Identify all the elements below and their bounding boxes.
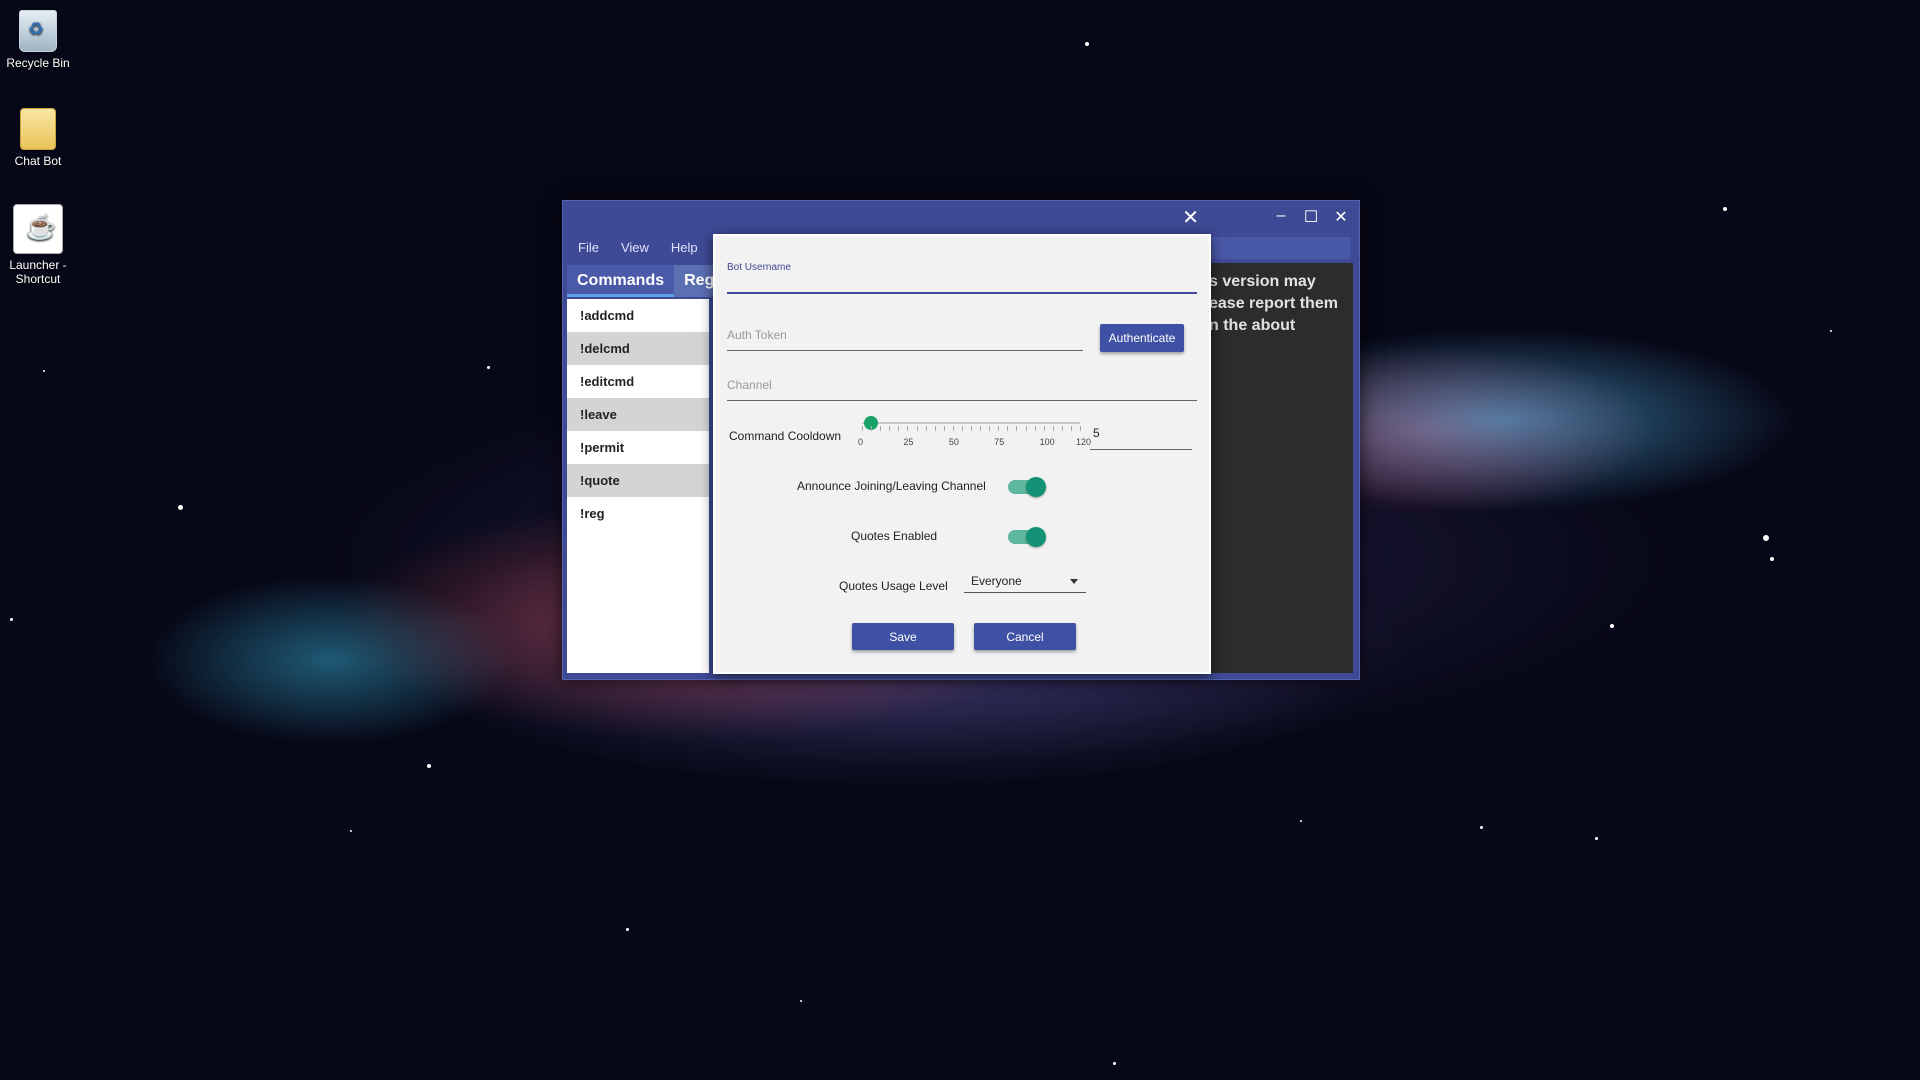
slider-tick bbox=[934, 426, 936, 431]
toggle-knob bbox=[1026, 477, 1046, 497]
desktop-icon-label: Recycle Bin bbox=[6, 56, 70, 70]
slider-tick-label: 50 bbox=[948, 437, 959, 447]
folder-icon bbox=[20, 108, 56, 150]
slider-tick bbox=[1070, 426, 1072, 431]
slider-tick bbox=[998, 426, 1000, 431]
menu-view[interactable]: View bbox=[610, 237, 660, 261]
slider-tick bbox=[916, 426, 918, 431]
tab-commands[interactable]: Commands bbox=[567, 265, 675, 297]
notice-text: s version may ease report them n the abo… bbox=[1209, 271, 1359, 337]
slider-tick bbox=[907, 426, 909, 431]
menu-file[interactable]: File bbox=[567, 237, 610, 261]
slider-tick bbox=[1061, 426, 1063, 431]
menu-help[interactable]: Help bbox=[660, 237, 709, 261]
list-item[interactable]: !permit bbox=[567, 431, 709, 464]
dialog-close-icon[interactable]: ✕ bbox=[1182, 205, 1199, 230]
notice-line: s version may bbox=[1209, 273, 1316, 290]
settings-dialog: ✕ Bot Username Auth Token Authenticate C… bbox=[713, 207, 1211, 674]
slider-tick bbox=[889, 426, 891, 431]
quotes-usage-label: Quotes Usage Level bbox=[839, 579, 948, 593]
desktop-icon-label: Chat Bot bbox=[14, 154, 62, 168]
slider-tick bbox=[1034, 426, 1036, 431]
slider-tick bbox=[943, 426, 945, 431]
bot-username-field[interactable]: Bot Username bbox=[727, 262, 1197, 294]
menu-bar: File View Help bbox=[567, 237, 709, 261]
slider-tick bbox=[1007, 426, 1009, 431]
slider-tick bbox=[871, 426, 873, 431]
bot-username-label: Bot Username bbox=[727, 262, 791, 273]
list-item[interactable]: !quote bbox=[567, 464, 709, 497]
quotes-enabled-label: Quotes Enabled bbox=[851, 529, 938, 543]
slider-tick-label: 25 bbox=[903, 437, 914, 447]
tab-bar: Commands Reg bbox=[567, 265, 725, 297]
window-controls: – ☐ ✕ bbox=[1273, 207, 1349, 227]
list-item[interactable]: !leave bbox=[567, 398, 709, 431]
right-header-band bbox=[1211, 237, 1351, 259]
close-button[interactable]: ✕ bbox=[1333, 207, 1349, 227]
cooldown-value-field[interactable]: 5 bbox=[1090, 426, 1192, 450]
recycle-bin-icon bbox=[19, 10, 57, 52]
list-item[interactable]: !reg bbox=[567, 497, 709, 530]
maximize-button[interactable]: ☐ bbox=[1303, 207, 1319, 227]
cancel-button[interactable]: Cancel bbox=[974, 623, 1076, 650]
auth-token-field[interactable]: Auth Token bbox=[727, 328, 1083, 351]
slider-tick bbox=[1052, 426, 1054, 431]
cooldown-slider-track[interactable] bbox=[862, 422, 1080, 424]
list-item[interactable]: !editcmd bbox=[567, 365, 709, 398]
notice-line: n the about bbox=[1209, 317, 1296, 334]
desktop-icon-chat-bot[interactable]: Chat Bot bbox=[2, 108, 74, 168]
slider-tick bbox=[980, 426, 982, 431]
desktop-icon-label: Launcher - Shortcut bbox=[9, 258, 67, 286]
slider-tick bbox=[862, 426, 863, 431]
desktop-icon-recycle-bin[interactable]: Recycle Bin bbox=[2, 10, 74, 70]
auth-token-placeholder: Auth Token bbox=[727, 328, 787, 342]
slider-tick-label: 75 bbox=[994, 437, 1005, 447]
list-item[interactable]: !delcmd bbox=[567, 332, 709, 365]
quotes-enabled-toggle[interactable] bbox=[1008, 527, 1046, 547]
java-icon bbox=[13, 204, 63, 254]
toggle-knob bbox=[1026, 527, 1046, 547]
slider-tick bbox=[961, 426, 963, 431]
list-item[interactable]: !addcmd bbox=[567, 299, 709, 332]
desktop-icon-launcher[interactable]: Launcher - Shortcut bbox=[2, 204, 74, 286]
command-list: !addcmd !delcmd !editcmd !leave !permit … bbox=[567, 299, 709, 673]
channel-field[interactable]: Channel bbox=[727, 378, 1197, 401]
slider-tick bbox=[1016, 426, 1018, 431]
slider-tick-label: 120 bbox=[1076, 437, 1092, 447]
minimize-button[interactable]: – bbox=[1273, 207, 1289, 227]
slider-tick bbox=[989, 426, 991, 431]
quotes-usage-value: Everyone bbox=[971, 574, 1022, 588]
slider-tick bbox=[898, 426, 900, 431]
notice-line: ease report them bbox=[1209, 295, 1338, 312]
save-button[interactable]: Save bbox=[852, 623, 954, 650]
slider-tick-label: 100 bbox=[1039, 437, 1055, 447]
slider-tick bbox=[1080, 426, 1081, 431]
command-cooldown-label: Command Cooldown bbox=[729, 429, 842, 443]
slider-tick bbox=[971, 426, 972, 431]
quotes-usage-select[interactable]: Everyone bbox=[964, 571, 1086, 593]
slider-tick bbox=[952, 426, 954, 431]
slider-tick-label: 0 bbox=[858, 437, 864, 447]
slider-tick bbox=[1025, 426, 1027, 431]
channel-placeholder: Channel bbox=[727, 378, 772, 392]
slider-tick bbox=[1043, 426, 1045, 431]
slider-tick bbox=[880, 426, 882, 431]
slider-tick bbox=[925, 426, 927, 431]
announce-label: Announce Joining/Leaving Channel bbox=[797, 479, 986, 493]
announce-toggle[interactable] bbox=[1008, 477, 1046, 497]
authenticate-button[interactable]: Authenticate bbox=[1100, 324, 1184, 352]
chevron-down-icon bbox=[1070, 579, 1078, 584]
